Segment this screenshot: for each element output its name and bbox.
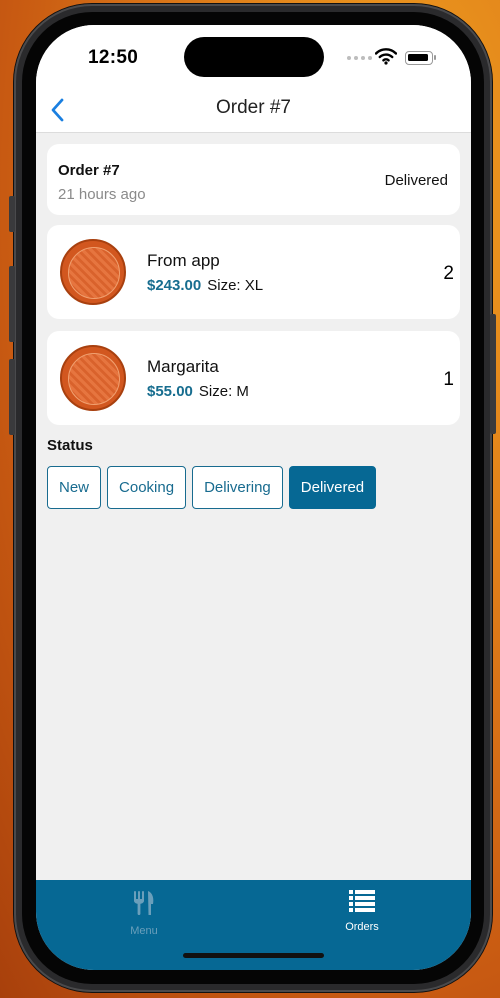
action-button bbox=[9, 196, 15, 232]
order-summary-card: Order #7 21 hours ago Delivered bbox=[47, 144, 460, 215]
screen: 12:50 Order #7 Order #7 21 hours ago Del… bbox=[36, 25, 471, 970]
status-option-delivering[interactable]: Delivering bbox=[192, 466, 283, 509]
status-section-label: Status bbox=[47, 437, 93, 454]
tab-orders[interactable]: Orders bbox=[302, 890, 422, 933]
page-title: Order #7 bbox=[216, 97, 291, 118]
home-indicator bbox=[183, 953, 324, 958]
tab-label: Menu bbox=[130, 925, 158, 937]
battery-icon bbox=[405, 51, 436, 65]
tab-menu[interactable]: Menu bbox=[84, 890, 204, 937]
navigation-bar: Order #7 bbox=[36, 91, 471, 133]
item-price: $55.00 bbox=[147, 383, 193, 400]
list-icon bbox=[349, 890, 375, 912]
status-option-cooking[interactable]: Cooking bbox=[107, 466, 187, 509]
item-quantity: 2 bbox=[443, 263, 454, 284]
status-option-new[interactable]: New bbox=[47, 466, 102, 509]
status-bar: 12:50 bbox=[36, 25, 471, 91]
pizza-image bbox=[60, 345, 126, 411]
item-quantity: 1 bbox=[443, 369, 454, 390]
item-meta: $243.00 Size: XL bbox=[147, 277, 263, 294]
item-name: Margarita bbox=[147, 357, 219, 376]
status-option-delivered[interactable]: Delivered bbox=[288, 466, 377, 509]
wifi-icon bbox=[375, 48, 397, 65]
order-status: Delivered bbox=[384, 172, 448, 189]
order-item[interactable]: Margarita $55.00 Size: M 1 bbox=[47, 331, 460, 425]
status-time: 12:50 bbox=[88, 47, 139, 68]
volume-down-button bbox=[9, 359, 15, 435]
order-time-ago: 21 hours ago bbox=[58, 186, 146, 203]
cellular-signal-icon bbox=[347, 56, 372, 60]
item-name: From app bbox=[147, 251, 220, 270]
tab-label: Orders bbox=[345, 921, 379, 933]
item-price: $243.00 bbox=[147, 277, 202, 294]
dynamic-island bbox=[184, 37, 324, 77]
item-size: Size: M bbox=[198, 383, 249, 400]
fork-knife-icon bbox=[134, 891, 154, 915]
power-button bbox=[490, 314, 496, 434]
status-selector: New Cooking Delivering Delivered bbox=[47, 466, 377, 509]
volume-up-button bbox=[9, 266, 15, 342]
item-meta: $55.00 Size: M bbox=[147, 383, 249, 400]
item-size: Size: XL bbox=[207, 277, 264, 294]
pizza-image bbox=[60, 239, 126, 305]
order-item[interactable]: From app $243.00 Size: XL 2 bbox=[47, 225, 460, 319]
order-title: Order #7 bbox=[58, 162, 120, 179]
